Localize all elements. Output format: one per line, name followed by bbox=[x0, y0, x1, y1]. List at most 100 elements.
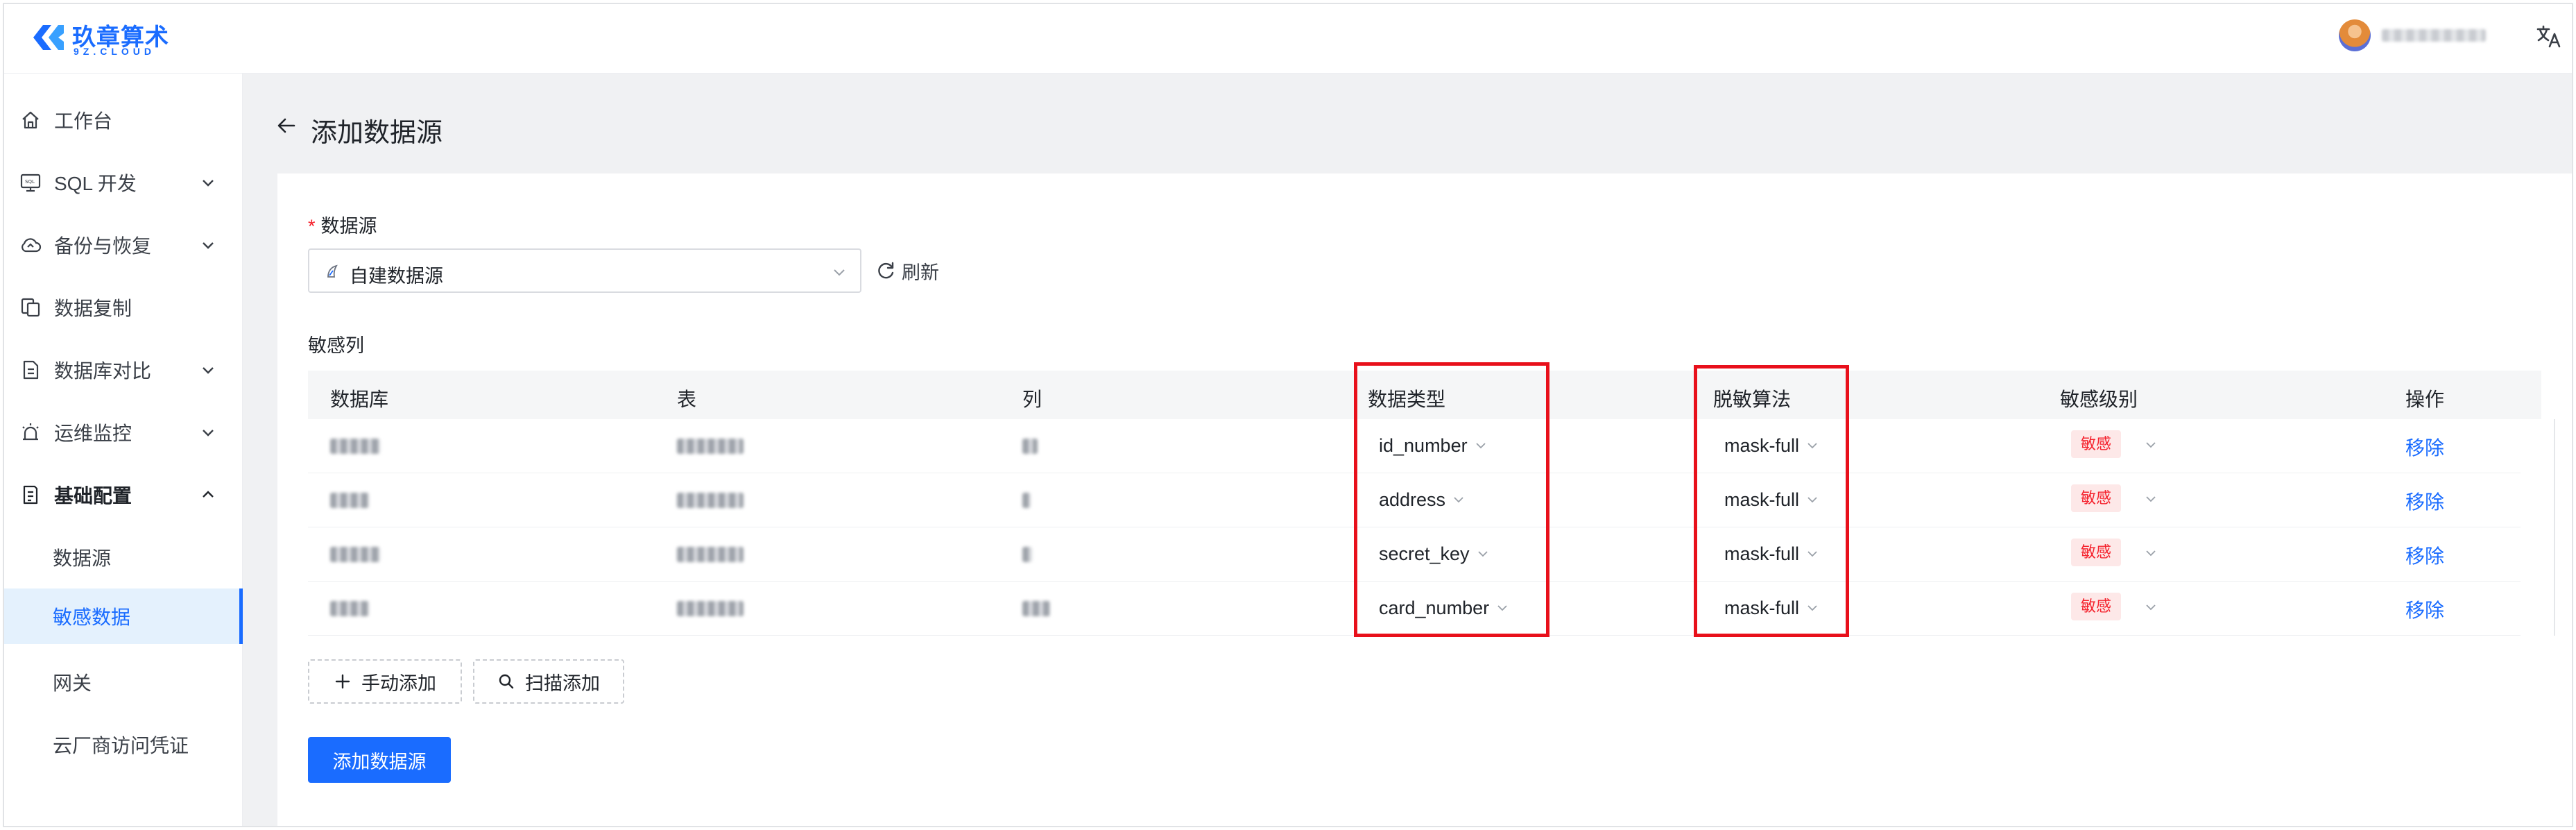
data-type-select[interactable]: id_number bbox=[1379, 433, 1488, 458]
header-data-type: 数据类型 bbox=[1368, 389, 1446, 410]
chevron-down-icon bbox=[1497, 605, 1507, 611]
column-cell-redacted bbox=[1022, 601, 1050, 616]
sidebar-item-db-compare[interactable]: 数据库对比 bbox=[4, 339, 243, 401]
sensitive-columns-label: 敏感列 bbox=[308, 335, 364, 356]
refresh-label: 刷新 bbox=[902, 262, 939, 283]
back-arrow-icon[interactable] bbox=[275, 114, 298, 137]
sensitivity-tag[interactable]: 敏感 bbox=[2071, 539, 2122, 566]
sidebar: 工作台 SQL SQL 开发 备份与恢复 数据复制 数据库对比 运维监控 基础配… bbox=[4, 74, 243, 826]
alarm-icon bbox=[22, 423, 39, 441]
chevron-down-icon[interactable] bbox=[2143, 491, 2158, 507]
sidebar-item-workbench[interactable]: 工作台 bbox=[4, 89, 243, 151]
algorithm-select[interactable]: mask-full bbox=[1724, 541, 1820, 566]
algorithm-select[interactable]: mask-full bbox=[1724, 595, 1820, 620]
column-cell-redacted bbox=[1022, 547, 1032, 562]
sidebar-subitem-sensitive-data[interactable]: 敏感数据 bbox=[4, 588, 243, 644]
app-window: 玖章算术 9Z.CLOUD 工作台 SQL SQL 开发 备份与恢复 数据复制 bbox=[3, 3, 2573, 827]
chevron-down-icon bbox=[1808, 605, 1817, 611]
svg-text:SQL: SQL bbox=[25, 179, 35, 185]
monitor-sql-icon: SQL bbox=[20, 173, 41, 192]
datasource-icon bbox=[327, 264, 338, 278]
datasource-label-text: 数据源 bbox=[320, 216, 377, 237]
database-cell-redacted bbox=[330, 601, 369, 616]
top-bar: 玖章算术 9Z.CLOUD bbox=[4, 4, 2572, 74]
manual-add-button[interactable]: 手动添加 bbox=[308, 659, 462, 704]
brand-subtitle: 9Z.CLOUD bbox=[74, 46, 155, 57]
chevron-down-icon bbox=[203, 430, 214, 437]
remove-link[interactable]: 移除 bbox=[2405, 487, 2444, 515]
sidebar-item-replication[interactable]: 数据复制 bbox=[4, 276, 243, 339]
chevron-down-icon bbox=[203, 367, 214, 374]
username-redacted[interactable] bbox=[2382, 29, 2486, 42]
remove-link[interactable]: 移除 bbox=[2405, 595, 2444, 623]
data-type-value: address bbox=[1379, 489, 1446, 510]
chevron-down-icon bbox=[1808, 443, 1817, 449]
chevron-down-icon bbox=[1808, 551, 1817, 557]
plus-icon bbox=[335, 674, 350, 689]
chevron-up-icon bbox=[203, 491, 214, 498]
datasource-label: * 数据源 bbox=[308, 211, 377, 238]
algorithm-select[interactable]: mask-full bbox=[1724, 433, 1820, 458]
sidebar-item-label: 数据复制 bbox=[54, 298, 132, 319]
user-avatar[interactable] bbox=[2339, 19, 2371, 51]
algorithm-value: mask-full bbox=[1724, 597, 1800, 618]
table-cell-redacted bbox=[677, 439, 744, 454]
chevron-down-icon[interactable] bbox=[2143, 545, 2158, 561]
logo-icon bbox=[33, 25, 64, 50]
datasource-select[interactable]: 自建数据源 bbox=[308, 248, 861, 293]
copy-data-icon bbox=[21, 298, 40, 317]
required-star: * bbox=[308, 216, 316, 237]
sidebar-subitem-cloud-credentials[interactable]: 云厂商访问凭证 bbox=[4, 713, 243, 776]
chevron-down-icon[interactable] bbox=[2143, 600, 2158, 615]
algorithm-value: mask-full bbox=[1724, 434, 1800, 456]
table-cell-redacted bbox=[677, 493, 744, 508]
table-cell-redacted bbox=[677, 547, 744, 562]
translate-icon[interactable] bbox=[2536, 24, 2562, 49]
sidebar-item-monitoring[interactable]: 运维监控 bbox=[4, 401, 243, 464]
column-cell-redacted bbox=[1022, 493, 1031, 508]
sidebar-subitem-label: 云厂商访问凭证 bbox=[53, 735, 189, 756]
search-icon bbox=[499, 674, 514, 689]
table-scrollbar[interactable] bbox=[2554, 419, 2555, 636]
page-title: 添加数据源 bbox=[311, 119, 443, 148]
sensitivity-tag[interactable]: 敏感 bbox=[2071, 593, 2122, 620]
remove-link[interactable]: 移除 bbox=[2405, 541, 2444, 569]
sidebar-item-sql-dev[interactable]: SQL SQL 开发 bbox=[4, 151, 243, 214]
header-table: 表 bbox=[677, 389, 697, 410]
table-row: secret_key mask-full 敏感 移除 bbox=[308, 527, 2521, 582]
chevron-down-icon bbox=[834, 269, 845, 276]
chevron-down-icon bbox=[1477, 551, 1488, 557]
sidebar-item-basic-config[interactable]: 基础配置 bbox=[4, 464, 243, 526]
sidebar-item-backup[interactable]: 备份与恢复 bbox=[4, 214, 243, 276]
database-cell-redacted bbox=[330, 493, 369, 508]
table-row: address mask-full 敏感 移除 bbox=[308, 473, 2521, 527]
remove-link[interactable]: 移除 bbox=[2405, 433, 2444, 461]
chevron-down-icon bbox=[1454, 497, 1463, 503]
sidebar-subitem-label: 数据源 bbox=[53, 548, 112, 569]
algorithm-select[interactable]: mask-full bbox=[1724, 487, 1820, 512]
header-column: 列 bbox=[1022, 389, 1042, 410]
brand-logo[interactable]: 玖章算术 9Z.CLOUD bbox=[31, 18, 169, 57]
sidebar-item-label: 数据库对比 bbox=[54, 360, 152, 382]
refresh-button[interactable]: 刷新 bbox=[875, 255, 939, 286]
sensitivity-tag[interactable]: 敏感 bbox=[2071, 484, 2122, 512]
header-action: 操作 bbox=[2405, 389, 2445, 410]
data-type-value: id_number bbox=[1379, 434, 1468, 456]
scan-add-button[interactable]: 扫描添加 bbox=[473, 659, 624, 704]
sidebar-subitem-label: 网关 bbox=[53, 672, 92, 694]
data-type-select[interactable]: address bbox=[1379, 487, 1466, 512]
chevron-down-icon bbox=[1808, 497, 1817, 503]
chevron-down-icon[interactable] bbox=[2143, 437, 2158, 452]
data-type-select[interactable]: card_number bbox=[1379, 595, 1510, 620]
header-level: 敏感级别 bbox=[2060, 389, 2138, 410]
sidebar-subitem-datasource[interactable]: 数据源 bbox=[4, 526, 243, 588]
header-algorithm: 脱敏算法 bbox=[1713, 389, 1792, 410]
data-type-value: card_number bbox=[1379, 597, 1490, 618]
sidebar-subitem-gateway[interactable]: 网关 bbox=[4, 651, 243, 713]
data-type-select[interactable]: secret_key bbox=[1379, 541, 1491, 566]
scan-add-label: 扫描添加 bbox=[525, 672, 600, 694]
sensitivity-tag[interactable]: 敏感 bbox=[2071, 430, 2122, 458]
add-datasource-button[interactable]: 添加数据源 bbox=[308, 737, 451, 783]
algorithm-value: mask-full bbox=[1724, 543, 1800, 564]
home-icon bbox=[22, 111, 39, 129]
